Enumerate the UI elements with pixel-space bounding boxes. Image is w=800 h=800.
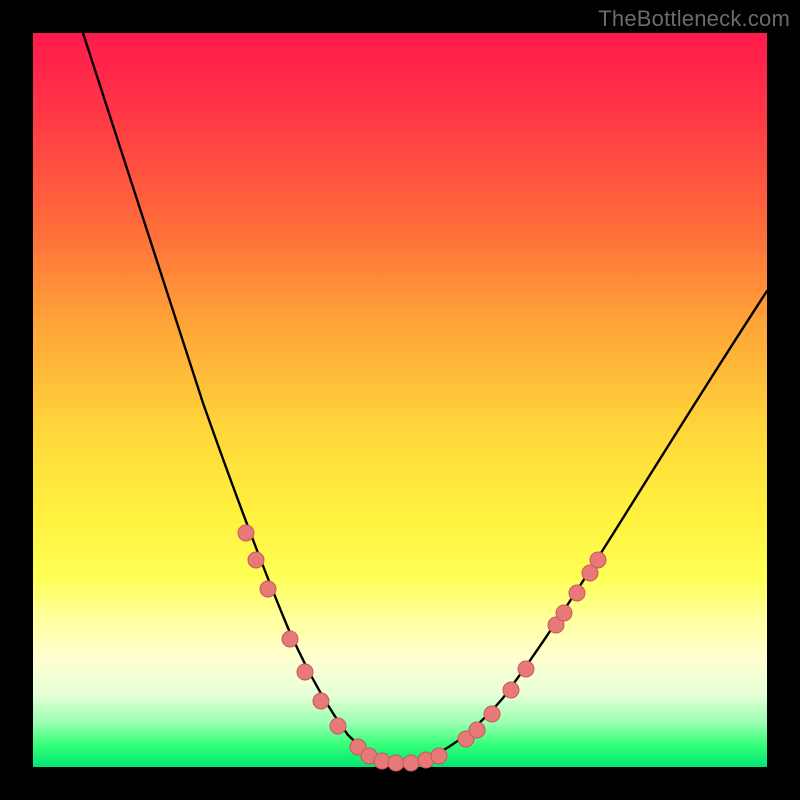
marker-dot	[282, 631, 298, 647]
marker-dot	[469, 722, 485, 738]
marker-dot	[590, 552, 606, 568]
curve-svg	[33, 33, 767, 767]
marker-dot	[388, 755, 404, 771]
marker-dot	[238, 525, 254, 541]
marker-dot	[484, 706, 500, 722]
marker-dot	[374, 753, 390, 769]
marker-dot	[313, 693, 329, 709]
marker-dot	[518, 661, 534, 677]
marker-dot	[503, 682, 519, 698]
outer-frame: TheBottleneck.com	[0, 0, 800, 800]
marker-dot	[260, 581, 276, 597]
marker-dot	[556, 605, 572, 621]
bottleneck-curve	[83, 33, 767, 763]
marker-dot	[248, 552, 264, 568]
marker-dot	[569, 585, 585, 601]
marker-dot	[330, 718, 346, 734]
watermark-text: TheBottleneck.com	[598, 6, 790, 32]
marker-dot	[297, 664, 313, 680]
marker-dot	[431, 748, 447, 764]
marker-group	[238, 525, 606, 771]
marker-dot	[403, 755, 419, 771]
